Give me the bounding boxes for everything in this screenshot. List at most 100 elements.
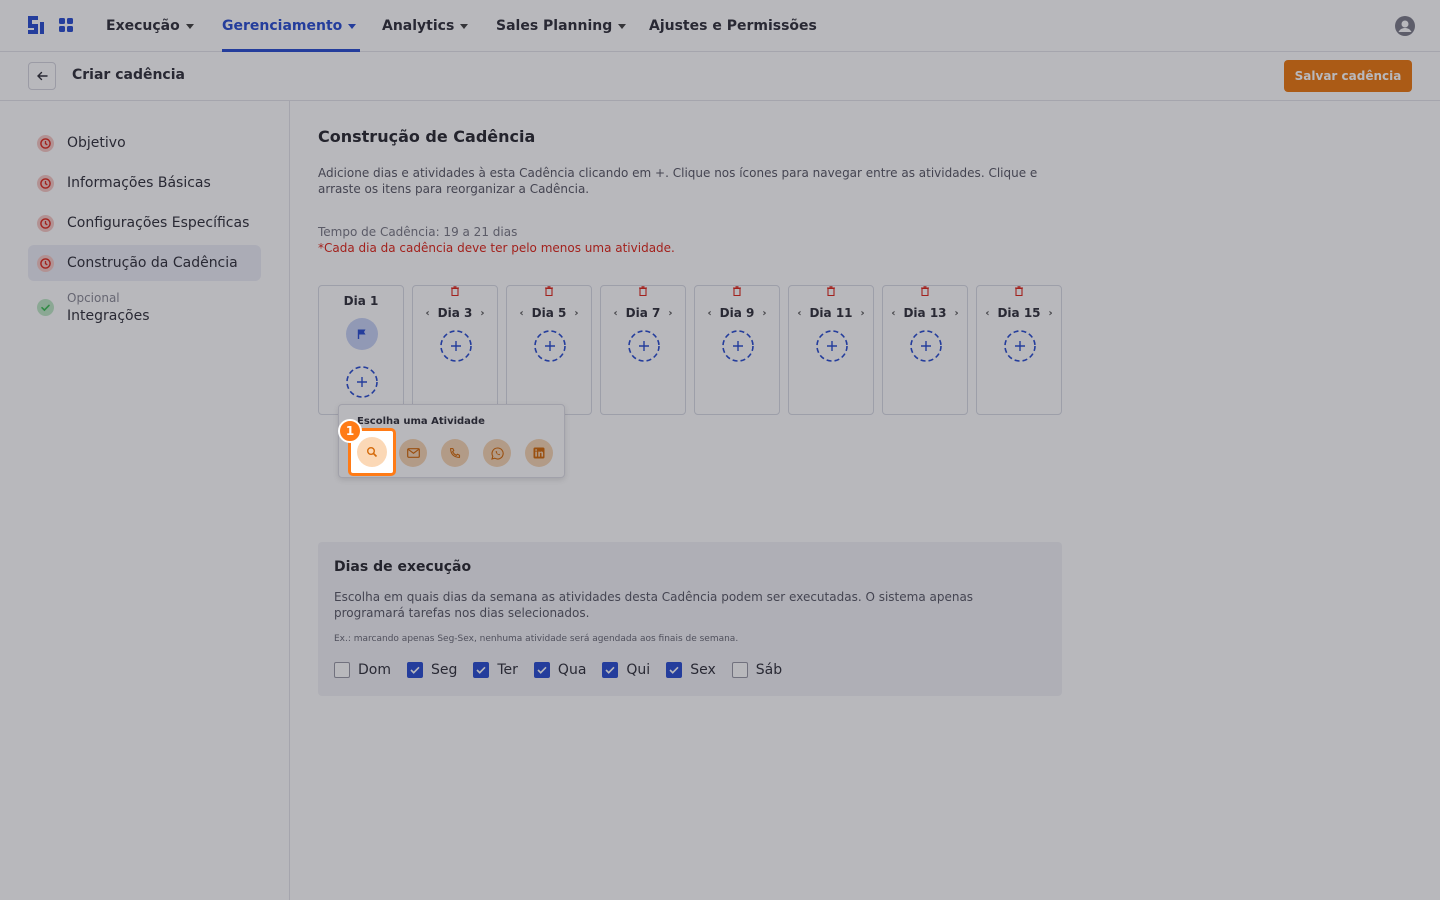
chevron-left-icon[interactable]: ‹: [426, 308, 430, 319]
trash-icon[interactable]: [1013, 285, 1025, 297]
chevron-right-icon[interactable]: ›: [762, 308, 766, 319]
chevron-left-icon[interactable]: ‹: [891, 308, 895, 319]
main-content: Construção de Cadência Adicione dias e a…: [290, 101, 1440, 900]
cadence-warning: *Cada dia da cadência deve ter pelo meno…: [318, 241, 675, 255]
day-label: Dia 15: [997, 306, 1041, 320]
nav-ajustes-permissoes[interactable]: Ajustes e Permissões: [649, 0, 817, 52]
add-activity-icon[interactable]: [346, 366, 378, 398]
checkbox[interactable]: [731, 662, 748, 678]
error-clock-icon: [37, 134, 54, 152]
trash-icon[interactable]: [543, 285, 555, 297]
day-label: Dia 11: [809, 306, 853, 320]
start-flag[interactable]: [346, 318, 378, 350]
step-label: Configurações Específicas: [67, 215, 250, 231]
step-label: Integrações: [67, 308, 150, 324]
sidebar-step-informacoes-basicas[interactable]: Informações Básicas: [28, 165, 261, 201]
section-description: Adicione dias e atividades à esta Cadênc…: [318, 166, 1038, 196]
save-cadence-button[interactable]: Salvar cadência: [1284, 60, 1412, 92]
chevron-right-icon[interactable]: ›: [955, 308, 959, 319]
check-icon: [537, 666, 547, 674]
sidebar-step-construcao-cadencia[interactable]: Construção da Cadência: [28, 245, 261, 281]
weekday-qui[interactable]: Qui: [602, 662, 650, 678]
nav-label: Analytics: [382, 18, 455, 34]
trash-icon[interactable]: [449, 285, 461, 297]
check-icon: [476, 666, 486, 674]
user-avatar-icon[interactable]: [1395, 16, 1415, 36]
caret-down-icon: [348, 23, 357, 29]
add-activity-icon[interactable]: [722, 330, 754, 362]
check-circle-icon: [37, 299, 54, 316]
weekday-dom[interactable]: Dom: [334, 662, 391, 678]
day-card[interactable]: ‹ Dia 7 ›: [600, 285, 686, 415]
nav-label: Sales Planning: [496, 18, 613, 34]
chevron-left-icon[interactable]: ‹: [520, 308, 524, 319]
execution-example: Ex.: marcando apenas Seg-Sex, nenhuma at…: [334, 634, 739, 644]
day-label: Dia 5: [531, 306, 567, 320]
nav-analytics[interactable]: Analytics: [382, 0, 469, 52]
chevron-right-icon[interactable]: ›: [574, 308, 578, 319]
add-activity-icon[interactable]: [816, 330, 848, 362]
sidebar-step-objetivo[interactable]: Objetivo: [28, 125, 261, 161]
nav-execucao[interactable]: Execução: [106, 0, 194, 52]
add-activity-icon[interactable]: [910, 330, 942, 362]
day-header: ‹ Dia 13 ›: [883, 306, 967, 320]
trash-icon[interactable]: [731, 285, 743, 297]
day-label: Dia 9: [719, 306, 755, 320]
chevron-left-icon[interactable]: ‹: [614, 308, 618, 319]
chevron-right-icon[interactable]: ›: [480, 308, 484, 319]
weekday-qua[interactable]: Qua: [533, 662, 586, 678]
chevron-right-icon[interactable]: ›: [668, 308, 672, 319]
trash-icon[interactable]: [637, 285, 649, 297]
activity-search-button[interactable]: [357, 437, 387, 467]
activity-email-button[interactable]: [399, 439, 427, 467]
day-label: Dia 13: [903, 306, 947, 320]
sidebar-step-integracoes[interactable]: Opcional Integrações: [28, 291, 261, 335]
activity-linkedin-button[interactable]: [525, 439, 553, 467]
day-card[interactable]: Dia 1: [318, 285, 404, 415]
checkbox[interactable]: [406, 662, 423, 678]
checkbox[interactable]: [602, 662, 619, 678]
trash-icon[interactable]: [919, 285, 931, 297]
chevron-left-icon[interactable]: ‹: [797, 308, 801, 319]
activity-call-button[interactable]: [441, 439, 469, 467]
day-card[interactable]: ‹ Dia 9 ›: [694, 285, 780, 415]
back-button[interactable]: [28, 62, 56, 90]
sidebar-step-configuracoes-especificas[interactable]: Configurações Específicas: [28, 205, 261, 241]
add-activity-icon[interactable]: [1004, 330, 1036, 362]
day-label: Dia 1: [343, 294, 379, 308]
add-activity-icon[interactable]: [534, 330, 566, 362]
step-label: Informações Básicas: [67, 175, 211, 191]
weekday-sab[interactable]: Sáb: [731, 662, 782, 678]
add-activity-icon[interactable]: [628, 330, 660, 362]
chevron-left-icon[interactable]: ‹: [985, 308, 989, 319]
apps-grid-icon[interactable]: [59, 18, 73, 32]
weekday-sex[interactable]: Sex: [666, 662, 716, 678]
logo-icon[interactable]: [26, 14, 46, 36]
checkbox[interactable]: [473, 662, 490, 678]
checkbox[interactable]: [666, 662, 683, 678]
day-card[interactable]: ‹ Dia 13 ›: [882, 285, 968, 415]
day-card[interactable]: ‹ Dia 5 ›: [506, 285, 592, 415]
day-card[interactable]: ‹ Dia 3 ›: [412, 285, 498, 415]
mail-icon: [406, 448, 420, 458]
chevron-right-icon[interactable]: ›: [1049, 308, 1053, 319]
day-card[interactable]: ‹ Dia 11 ›: [788, 285, 874, 415]
checkbox[interactable]: [533, 662, 550, 678]
add-activity-icon[interactable]: [440, 330, 472, 362]
day-header: ‹ Dia 11 ›: [789, 306, 873, 320]
day-card[interactable]: ‹ Dia 15 ›: [976, 285, 1062, 415]
trash-icon[interactable]: [825, 285, 837, 297]
caret-down-icon: [618, 23, 627, 29]
step-label: Construção da Cadência: [67, 255, 238, 271]
nav-gerenciamento[interactable]: Gerenciamento: [222, 0, 361, 52]
chevron-left-icon[interactable]: ‹: [708, 308, 712, 319]
nav-label: Gerenciamento: [222, 18, 343, 34]
activity-whatsapp-button[interactable]: [483, 439, 511, 467]
step-number-badge: 1: [338, 419, 362, 443]
checkbox[interactable]: [334, 662, 350, 678]
weekday-ter[interactable]: Ter: [473, 662, 518, 678]
day-header: ‹ Dia 5 ›: [507, 306, 591, 320]
nav-sales-planning[interactable]: Sales Planning: [496, 0, 627, 52]
weekday-seg[interactable]: Seg: [406, 662, 457, 678]
chevron-right-icon[interactable]: ›: [861, 308, 865, 319]
